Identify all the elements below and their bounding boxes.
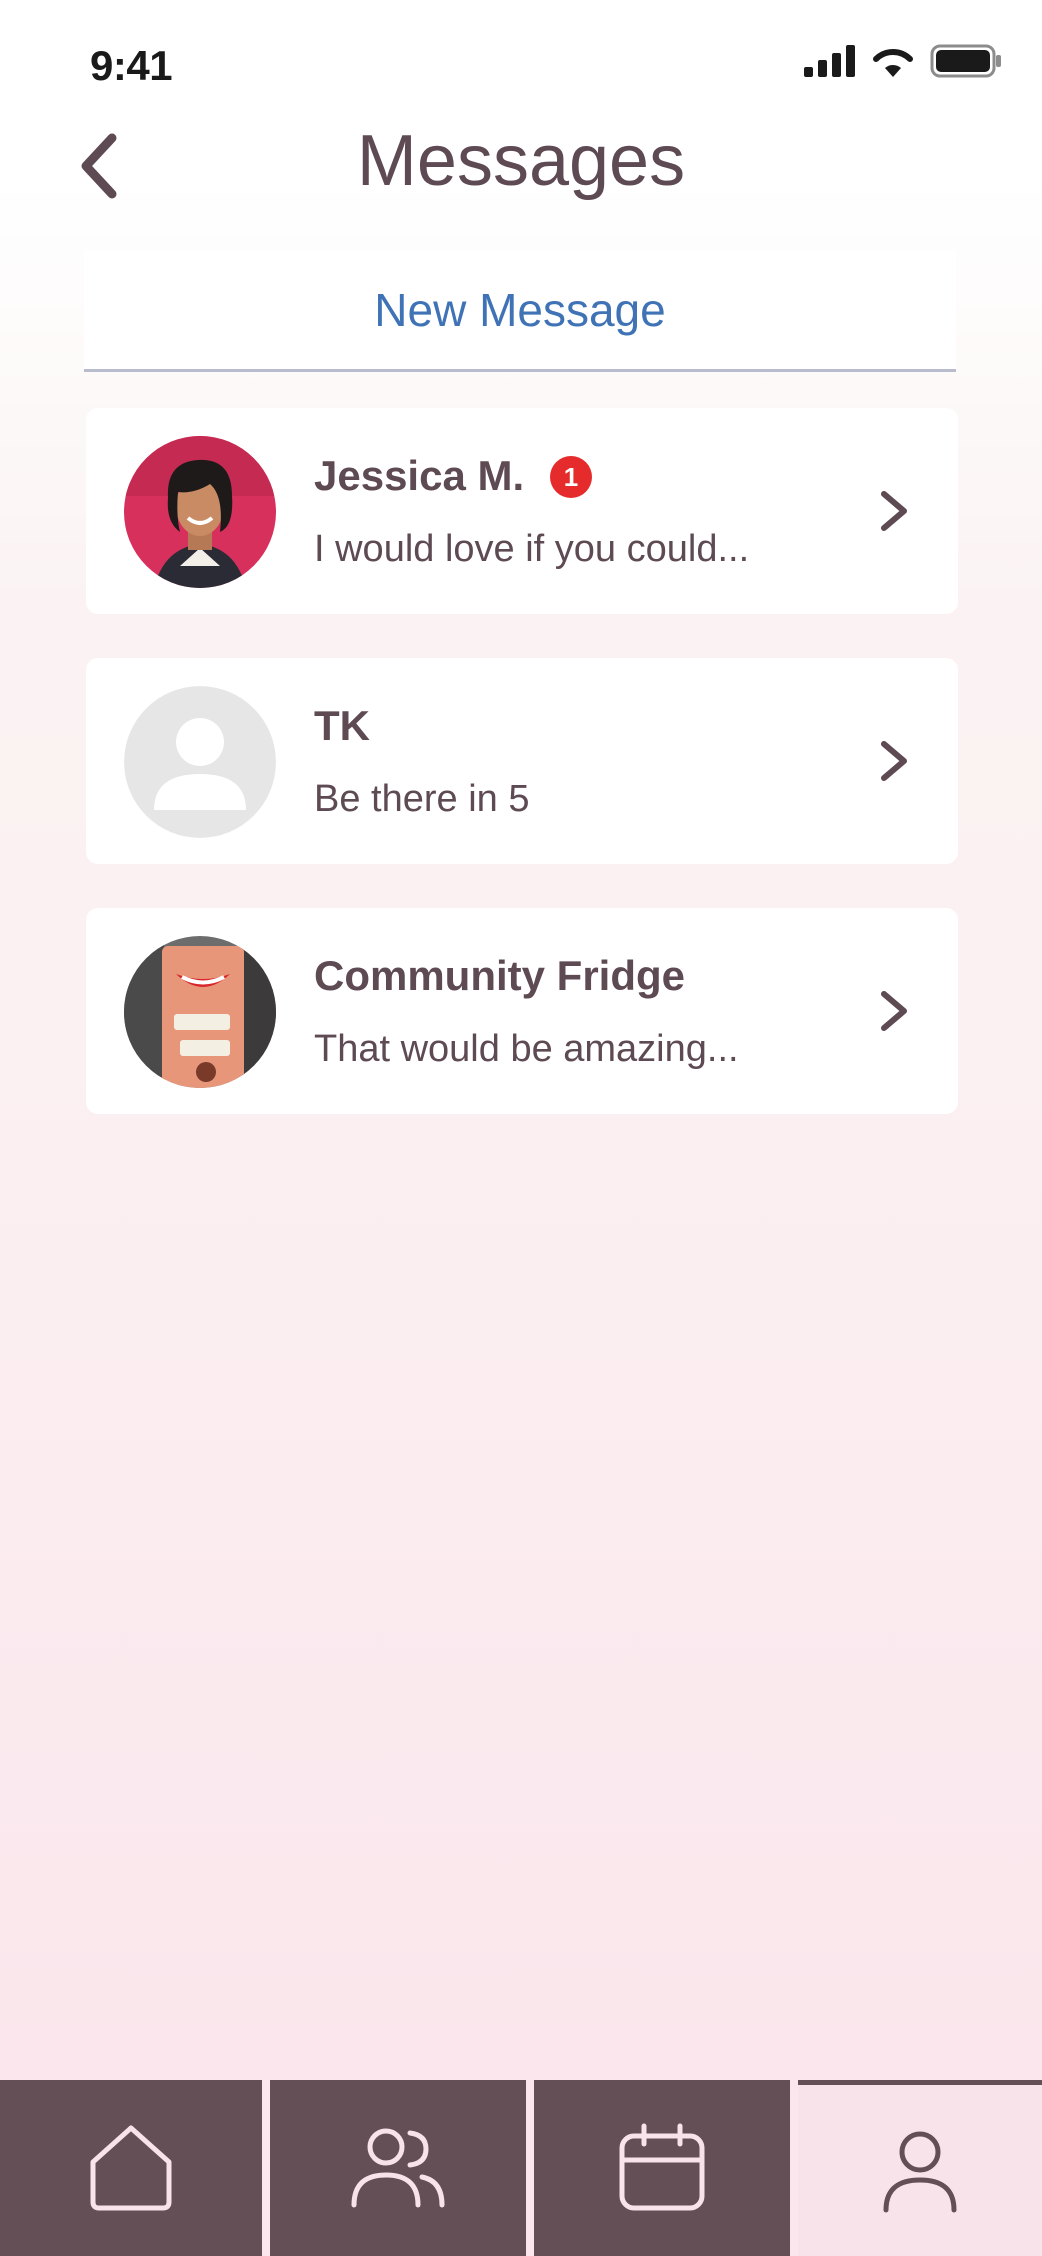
conversation-name: TK	[314, 702, 370, 749]
tab-profile[interactable]	[798, 2080, 1042, 2256]
conversation-item-community-fridge[interactable]: Community Fridge That would be amazing..…	[86, 908, 958, 1114]
status-icons	[804, 44, 1002, 78]
new-message-button[interactable]: New Message	[84, 250, 956, 372]
fridge-photo	[124, 936, 276, 1088]
avatar	[124, 436, 276, 588]
calendar-icon	[619, 2123, 705, 2211]
avatar	[124, 936, 276, 1088]
avatar-photo	[124, 436, 276, 588]
status-time: 9:41	[90, 42, 173, 89]
tab-community[interactable]	[270, 2080, 526, 2256]
tab-home[interactable]	[0, 2080, 262, 2256]
unread-badge: 1	[550, 456, 592, 498]
page-title: Messages	[356, 121, 686, 201]
tab-calendar[interactable]	[534, 2080, 790, 2256]
wifi-icon	[873, 48, 913, 77]
conversation-preview: I would love if you could...	[314, 528, 750, 570]
status-bar: 9:41	[0, 0, 1042, 110]
profile-icon	[883, 2131, 957, 2212]
conversation-preview: That would be amazing...	[314, 1028, 739, 1070]
conversation-item-tk[interactable]: TK Be there in 5	[86, 658, 958, 864]
chevron-right-icon	[881, 491, 907, 531]
person-placeholder-icon	[124, 686, 276, 838]
header: Messages	[0, 110, 1042, 220]
signal-icon	[804, 45, 855, 77]
home-icon	[90, 2125, 172, 2211]
chevron-right-icon	[881, 741, 907, 781]
conversation-name: Community Fridge	[314, 952, 686, 999]
conversation-name: Jessica M.	[314, 452, 525, 499]
chevron-right-icon	[881, 991, 907, 1031]
tab-bar	[0, 2080, 1042, 2256]
conversation-preview: Be there in 5	[314, 778, 530, 820]
people-icon	[351, 2128, 445, 2208]
conversation-item-jessica[interactable]: Jessica M. 1 I would love if you could..…	[86, 408, 958, 614]
avatar-placeholder	[124, 686, 276, 838]
battery-icon	[930, 44, 1001, 78]
